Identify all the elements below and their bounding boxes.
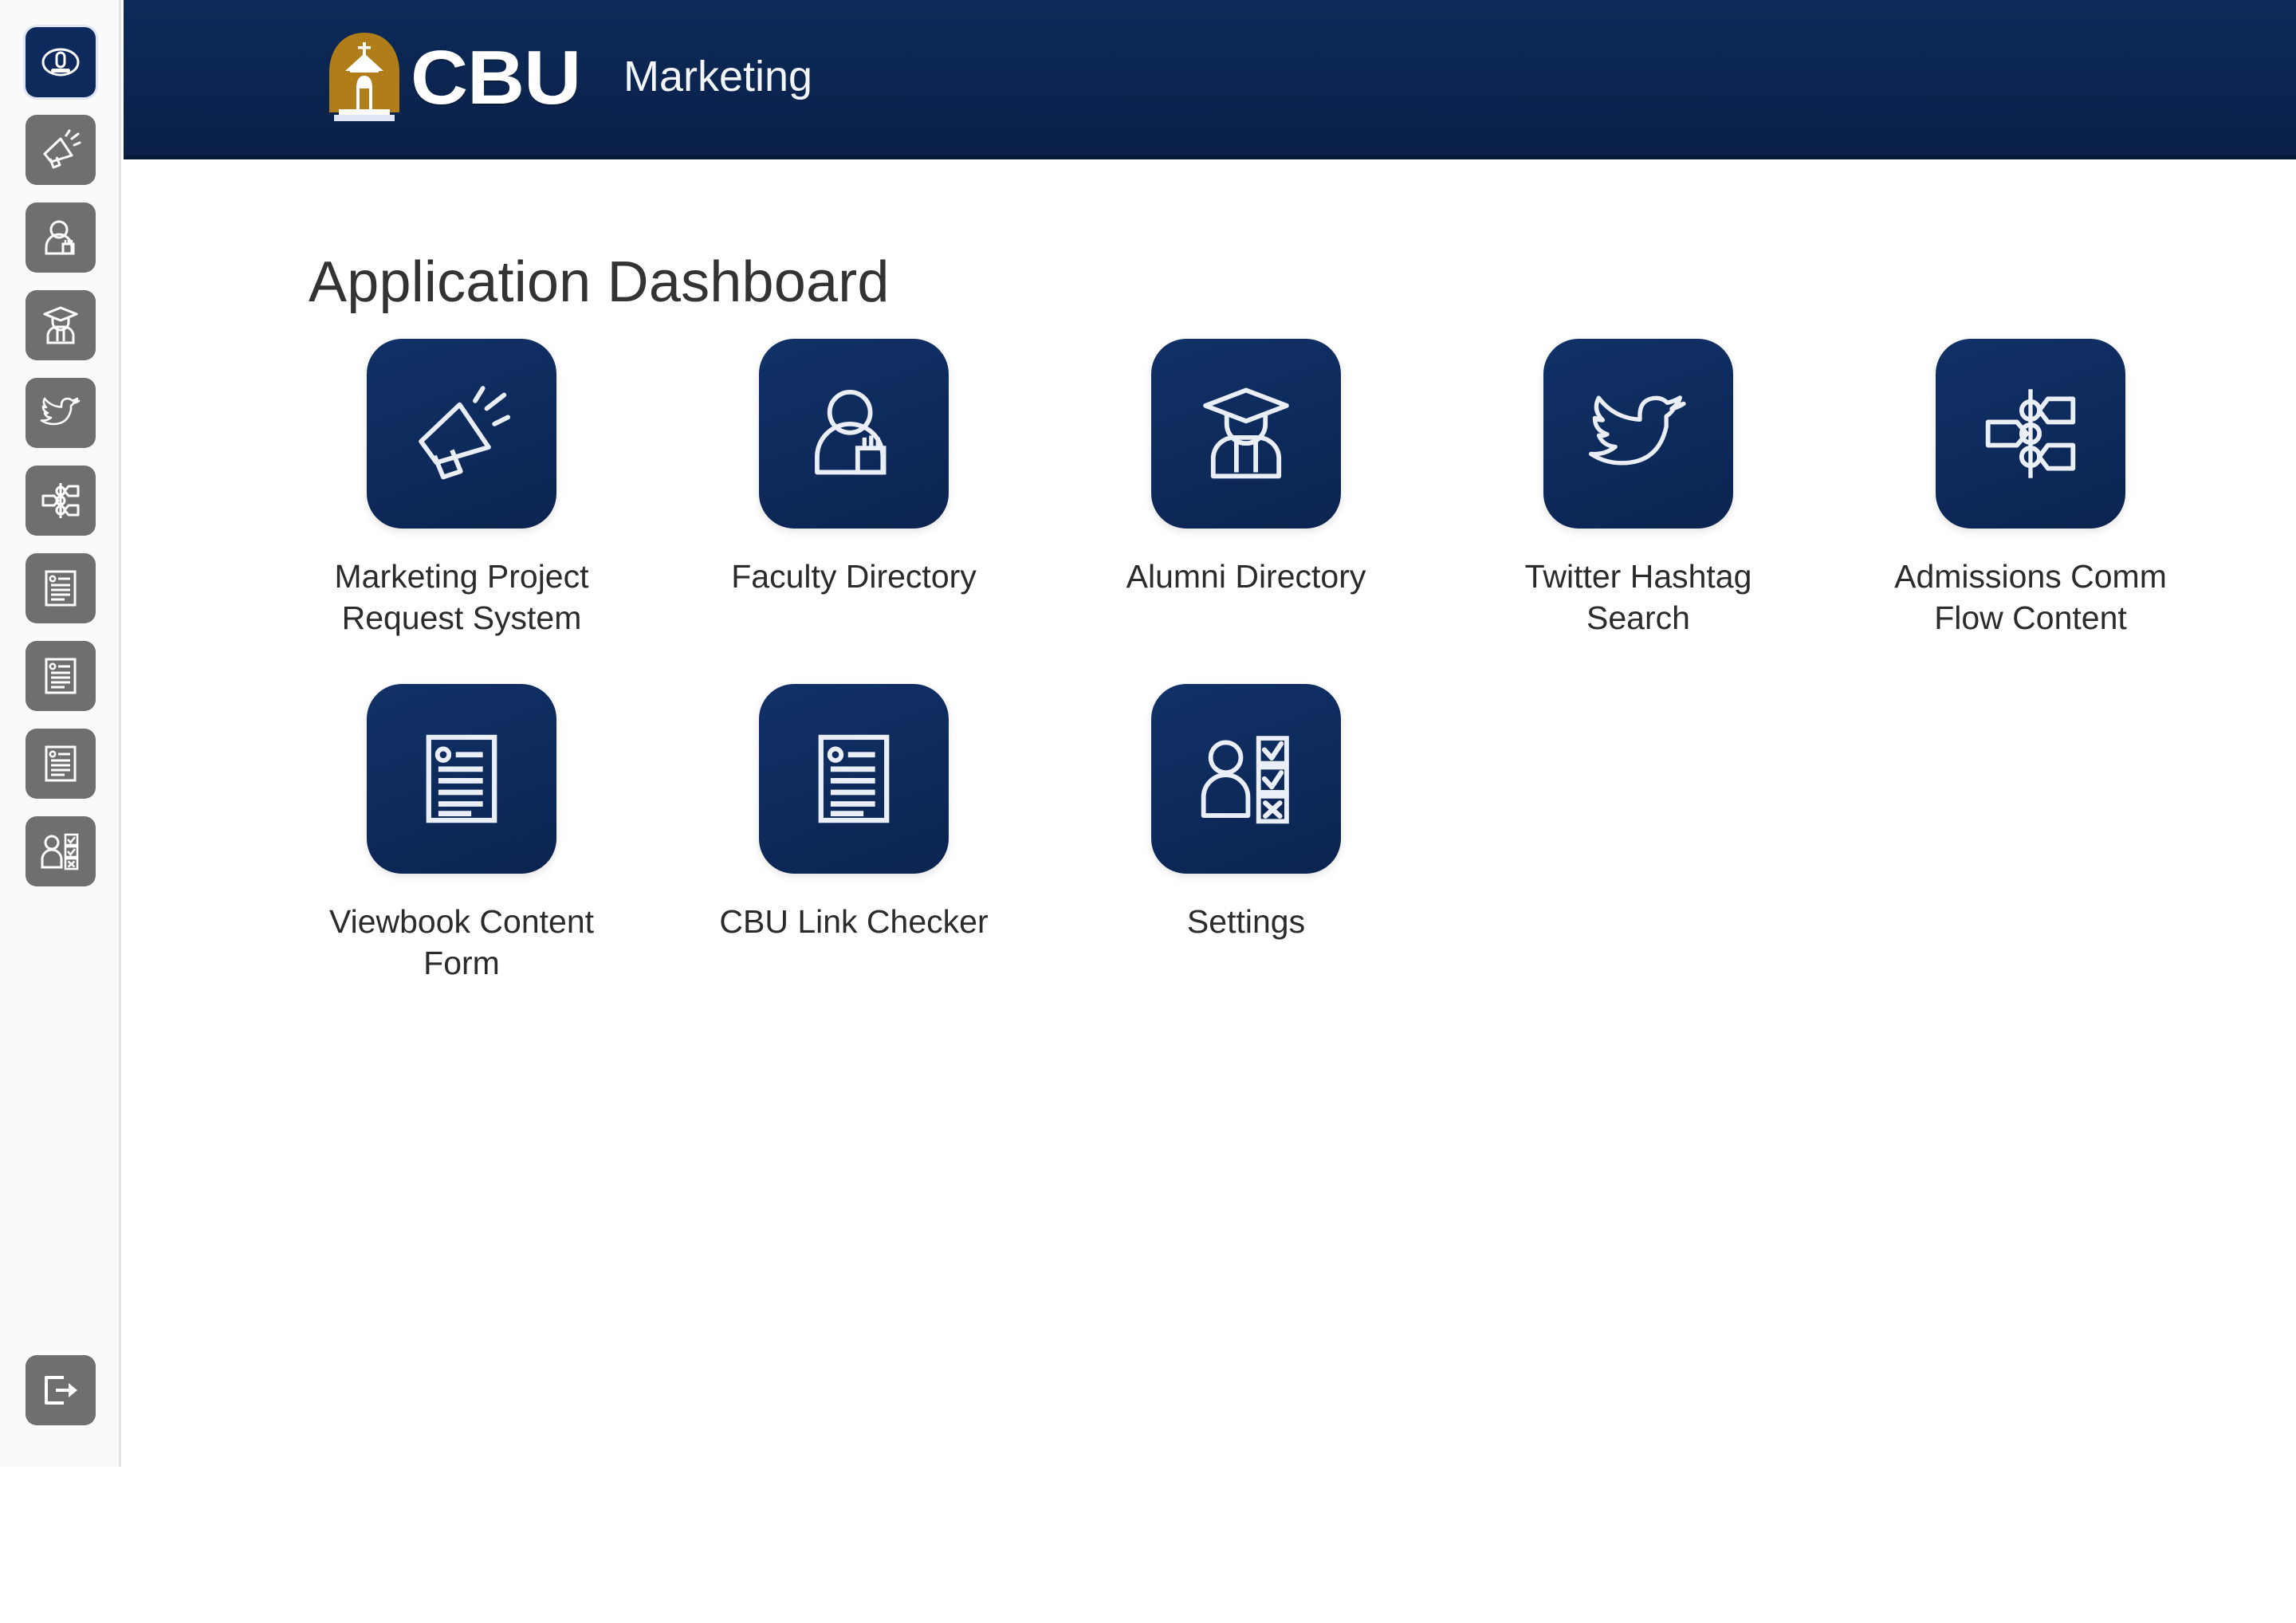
page-title: Application Dashboard bbox=[309, 250, 890, 315]
sidebar-item-dashboard[interactable] bbox=[26, 27, 96, 97]
application-grid: Marketing Project Request System Faculty… bbox=[265, 339, 2227, 1029]
app-tile-marketing-project-request-system[interactable]: Marketing Project Request System bbox=[265, 339, 658, 639]
person-permissions-icon bbox=[1201, 736, 1289, 824]
app-tile-label: Alumni Directory bbox=[1126, 558, 1366, 595]
app-tile-settings[interactable]: Settings bbox=[1050, 683, 1442, 984]
app-tile-viewbook-content-form[interactable]: Viewbook Content Form bbox=[265, 683, 658, 984]
sidebar-item-faculty-directory[interactable] bbox=[26, 202, 96, 273]
document-form-icon bbox=[818, 734, 890, 823]
dashboard-gauge-icon bbox=[41, 48, 80, 77]
cbu-chapel-arch-logo bbox=[329, 32, 399, 121]
sidebar-nav bbox=[0, 0, 121, 1467]
brand-name: CBU bbox=[411, 34, 581, 120]
app-tile-twitter-hashtag-search[interactable]: Twitter Hashtag Search bbox=[1442, 339, 1834, 639]
megaphone-icon bbox=[419, 386, 511, 480]
brand-logo[interactable]: CBU Marketing bbox=[323, 29, 812, 127]
application-window: CBU Marketing Application Dashboard Mark… bbox=[0, 0, 2296, 1467]
app-tile-faculty-directory[interactable]: Faculty Directory bbox=[658, 339, 1050, 639]
document-form-icon bbox=[45, 745, 77, 782]
app-icon-tile bbox=[1151, 683, 1341, 874]
app-tile-alumni-directory[interactable]: Alumni Directory bbox=[1050, 339, 1442, 639]
megaphone-icon bbox=[43, 129, 81, 169]
person-permissions-icon bbox=[41, 833, 79, 870]
person-badge-icon bbox=[45, 220, 75, 255]
department-name: Marketing bbox=[623, 52, 813, 100]
logout-exit-icon bbox=[45, 1376, 77, 1405]
person-badge-icon bbox=[815, 389, 887, 475]
app-tile-admissions-comm-flow-content[interactable]: Admissions Comm Flow Content bbox=[1834, 339, 2227, 639]
sidebar-item-viewbook-content-form[interactable] bbox=[26, 553, 96, 623]
logout-button[interactable] bbox=[26, 1355, 96, 1425]
app-icon-tile bbox=[367, 339, 556, 529]
app-tile-cbu-link-checker[interactable]: CBU Link Checker bbox=[658, 683, 1050, 984]
sidebar-item-marketing-project-request-system[interactable] bbox=[26, 115, 96, 185]
app-icon-tile bbox=[1543, 339, 1733, 529]
sidebar-item-content-document[interactable] bbox=[26, 729, 96, 799]
app-tile-label: Twitter Hashtag Search bbox=[1524, 558, 1752, 637]
sidebar-item-alumni-directory[interactable] bbox=[26, 290, 96, 360]
sidebar-logout-area bbox=[0, 1355, 121, 1425]
flow-chart-icon bbox=[41, 483, 80, 518]
graduate-icon bbox=[43, 306, 78, 344]
twitter-bird-icon bbox=[1588, 395, 1686, 466]
graduate-icon bbox=[1203, 387, 1289, 479]
sidebar-item-twitter-hashtag-search[interactable] bbox=[26, 378, 96, 448]
app-tile-label: CBU Link Checker bbox=[719, 902, 989, 940]
app-header: CBU Marketing bbox=[124, 0, 2296, 159]
app-tile-label: Settings bbox=[1186, 902, 1306, 940]
app-icon-tile bbox=[1936, 339, 2125, 529]
app-icon-tile bbox=[367, 683, 556, 874]
app-tile-label: Faculty Directory bbox=[731, 558, 977, 595]
document-form-icon bbox=[45, 658, 77, 694]
app-tile-label: Viewbook Content Form bbox=[328, 902, 595, 982]
sidebar-item-cbu-link-checker[interactable] bbox=[26, 641, 96, 711]
sidebar-item-settings[interactable] bbox=[26, 816, 96, 886]
sidebar-items bbox=[0, 27, 121, 904]
main-content: Application Dashboard Marketing Project … bbox=[124, 163, 2296, 1467]
document-form-icon bbox=[45, 570, 77, 607]
flow-chart-icon bbox=[1985, 389, 2076, 478]
app-tile-label: Marketing Project Request System bbox=[334, 558, 589, 637]
app-icon-tile bbox=[1151, 339, 1341, 529]
document-form-icon bbox=[426, 734, 497, 823]
app-tile-label: Admissions Comm Flow Content bbox=[1894, 558, 2167, 637]
sidebar-item-admissions-comm-flow-content[interactable] bbox=[26, 466, 96, 536]
app-icon-tile bbox=[759, 339, 949, 529]
twitter-bird-icon bbox=[40, 397, 81, 426]
app-icon-tile bbox=[759, 683, 949, 874]
